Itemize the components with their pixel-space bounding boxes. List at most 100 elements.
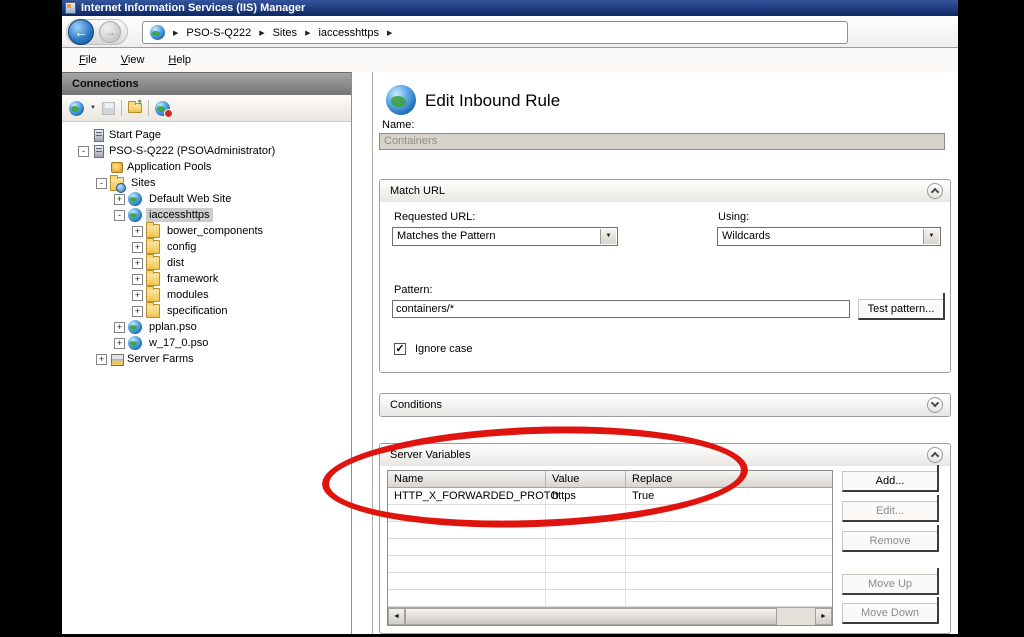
- folder-up-icon[interactable]: [128, 103, 142, 113]
- tree-item-default-web-site[interactable]: + Default Web Site: [74, 191, 351, 207]
- connections-toolbar: ▼: [62, 95, 351, 122]
- caret-down-icon[interactable]: ▼: [90, 105, 96, 111]
- create-connection-icon[interactable]: [69, 101, 84, 116]
- breadcrumb-arrow-icon: ▶: [173, 29, 178, 37]
- add-button[interactable]: Add...: [842, 471, 938, 492]
- dropdown-arrow-icon[interactable]: ▼: [600, 229, 616, 244]
- expand-box[interactable]: +: [132, 258, 143, 269]
- forward-button[interactable]: →: [99, 21, 121, 43]
- disconnect-icon[interactable]: [155, 101, 170, 116]
- tree-item-bower-components[interactable]: + bower_components: [74, 223, 351, 239]
- collapse-box[interactable]: -: [78, 146, 89, 157]
- server-icon: [94, 145, 104, 158]
- folder-icon: [146, 288, 160, 302]
- breadcrumb-arrow-icon: ▶: [259, 29, 264, 37]
- tree-item-sites[interactable]: - Sites: [74, 175, 351, 191]
- expand-box[interactable]: +: [96, 354, 107, 365]
- move-down-button[interactable]: Move Down: [842, 603, 938, 624]
- menu-file[interactable]: File: [79, 54, 97, 66]
- check-icon: ✓: [395, 343, 404, 355]
- conditions-section: Conditions: [379, 393, 951, 417]
- menu-bar: File View Help: [62, 48, 958, 72]
- expand-button[interactable]: [927, 397, 943, 413]
- tree-item-config[interactable]: + config: [74, 239, 351, 255]
- requested-url-dropdown[interactable]: Matches the Pattern ▼: [392, 227, 618, 246]
- collapse-box[interactable]: -: [114, 210, 125, 221]
- conditions-header[interactable]: Conditions: [380, 394, 950, 416]
- expand-box[interactable]: +: [132, 290, 143, 301]
- menu-help[interactable]: Help: [168, 54, 191, 66]
- folder-icon: [146, 224, 160, 238]
- screenshot-stage: Internet Information Services (IIS) Mana…: [0, 0, 1024, 637]
- tree-item-pplan-pso[interactable]: + pplan.pso: [74, 319, 351, 335]
- folder-icon: [146, 304, 160, 318]
- tree-item-start-page[interactable]: Start Page: [74, 127, 351, 143]
- globe-icon: [150, 25, 165, 40]
- expand-box[interactable]: +: [114, 322, 125, 333]
- site-globe-icon: [128, 208, 142, 222]
- tree-item-dist[interactable]: + dist: [74, 255, 351, 271]
- tree-item-server-farms[interactable]: + Server Farms: [74, 351, 351, 367]
- expand-box[interactable]: +: [132, 306, 143, 317]
- server-icon: [94, 129, 104, 142]
- collapse-box[interactable]: -: [96, 178, 107, 189]
- pattern-input[interactable]: containers/*: [392, 300, 850, 318]
- table-row-empty: [388, 590, 832, 607]
- folder-icon: [146, 240, 160, 254]
- scrollbar-thumb[interactable]: [405, 608, 777, 625]
- dropdown-arrow-icon[interactable]: ▼: [923, 229, 939, 244]
- expand-box[interactable]: +: [114, 194, 125, 205]
- scroll-left-icon[interactable]: ◄: [388, 608, 405, 625]
- collapse-button[interactable]: [927, 447, 943, 463]
- server-farm-icon: [111, 354, 124, 366]
- table-row-empty: [388, 556, 832, 573]
- menu-view[interactable]: View: [121, 54, 145, 66]
- back-button[interactable]: ←: [68, 19, 94, 45]
- remove-button[interactable]: Remove: [842, 531, 938, 552]
- expand-box[interactable]: +: [132, 274, 143, 285]
- back-arrow-icon: ←: [74, 24, 88, 40]
- connections-tree: Start Page - PSO-S-Q222 (PSO\Administrat…: [62, 122, 351, 367]
- expand-box[interactable]: +: [114, 338, 125, 349]
- tree-item-iaccesshttps[interactable]: - iaccesshttps: [74, 207, 351, 223]
- tree-item-modules[interactable]: + modules: [74, 287, 351, 303]
- folder-icon: [146, 272, 160, 286]
- using-label: Using:: [718, 211, 749, 223]
- title-bar: Internet Information Services (IIS) Mana…: [62, 0, 958, 16]
- edit-button[interactable]: Edit...: [842, 501, 938, 522]
- pattern-label: Pattern:: [394, 284, 433, 296]
- match-url-header[interactable]: Match URL: [380, 180, 950, 202]
- tree-item-w-17-0-pso[interactable]: + w_17_0.pso: [74, 335, 351, 351]
- page-title: Edit Inbound Rule: [425, 91, 560, 111]
- chevron-up-icon: [931, 188, 939, 196]
- window-title: Internet Information Services (IIS) Mana…: [81, 2, 305, 14]
- tree-item-server[interactable]: - PSO-S-Q222 (PSO\Administrator): [74, 143, 351, 159]
- expand-box[interactable]: +: [132, 226, 143, 237]
- name-field: Containers: [379, 133, 945, 150]
- save-icon[interactable]: [102, 102, 115, 115]
- navigation-bar: ← → ▶ PSO-S-Q222 ▶ Sites ▶ iaccesshttps …: [62, 16, 958, 48]
- breadcrumb-arrow-icon: ▶: [305, 29, 310, 37]
- breadcrumb-item-site[interactable]: iaccesshttps: [318, 27, 379, 39]
- breadcrumb-arrow-icon: ▶: [387, 29, 392, 37]
- move-up-button[interactable]: Move Up: [842, 574, 938, 595]
- sites-folder-icon: [110, 177, 124, 191]
- using-dropdown[interactable]: Wildcards ▼: [717, 227, 941, 246]
- collapse-button[interactable]: [927, 183, 943, 199]
- connections-panel: Connections ▼ Start Page -: [62, 72, 352, 634]
- site-globe-icon: [128, 336, 142, 350]
- expand-box[interactable]: +: [132, 242, 143, 253]
- horizontal-scrollbar[interactable]: ◄ ►: [388, 607, 832, 625]
- test-pattern-button[interactable]: Test pattern...: [858, 299, 944, 320]
- tree-item-framework[interactable]: + framework: [74, 271, 351, 287]
- chevron-down-icon: [931, 399, 939, 407]
- ignore-case-checkbox[interactable]: ✓: [394, 343, 406, 355]
- breadcrumb-item-server[interactable]: PSO-S-Q222: [186, 27, 251, 39]
- requested-url-label: Requested URL:: [394, 211, 475, 223]
- tree-item-specification[interactable]: + specification: [74, 303, 351, 319]
- scroll-right-icon[interactable]: ►: [815, 608, 832, 625]
- breadcrumb: ▶ PSO-S-Q222 ▶ Sites ▶ iaccesshttps ▶: [142, 21, 848, 44]
- breadcrumb-item-sites[interactable]: Sites: [273, 27, 297, 39]
- scrollbar-track[interactable]: [777, 608, 815, 625]
- tree-item-application-pools[interactable]: Application Pools: [74, 159, 351, 175]
